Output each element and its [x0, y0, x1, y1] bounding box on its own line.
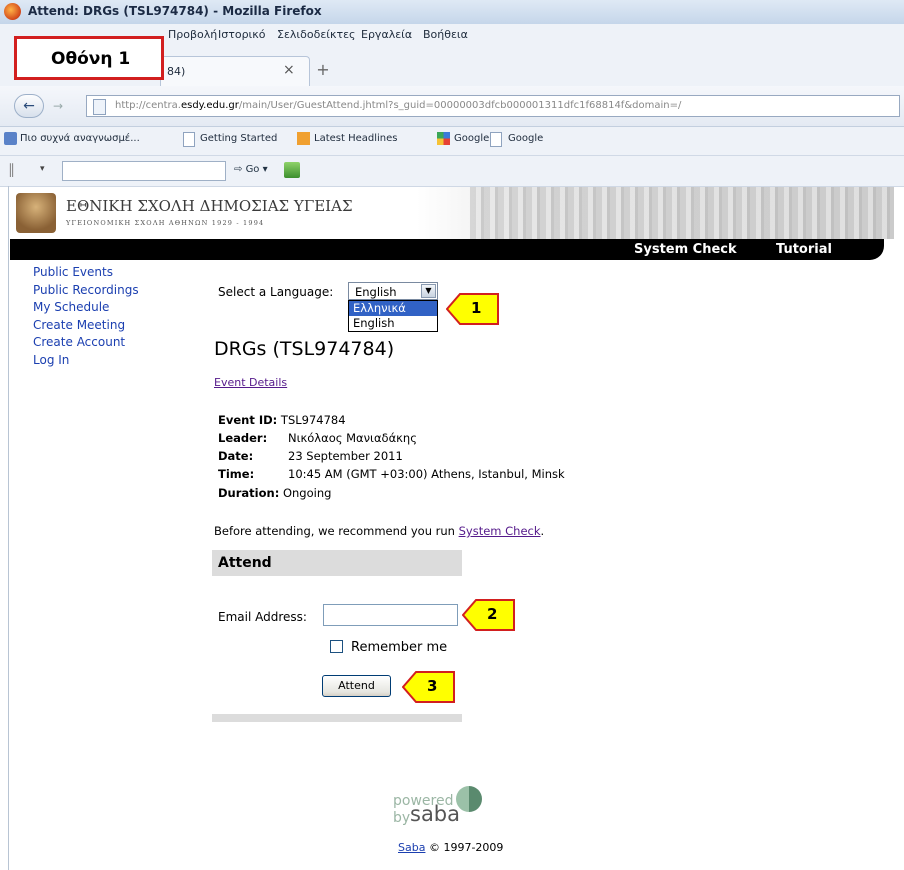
menu-history[interactable]: Ιστορικό: [218, 28, 266, 41]
saba-logo-icon: [456, 786, 482, 812]
remember-me-label: Remember me: [351, 640, 448, 655]
detail-label: Duration:: [218, 486, 280, 500]
language-dropdown: Ελληνικά English: [348, 300, 438, 332]
recommend-text: Before attending, we recommend you run S…: [214, 524, 545, 538]
url-text: http://centra.esdy.edu.gr/main/User/Gues…: [115, 100, 682, 111]
detail-value: 10:45 AM (GMT +03:00) Athens, Istanbul, …: [288, 467, 565, 481]
toolbar-logo-icon: ∥: [8, 162, 15, 178]
callout-1-label: 1: [471, 299, 482, 317]
school-subtitle: ΥΓΕΙΟΝΟΜΙΚΗ ΣΧΟΛΗ ΑΘΗΝΩΝ 1929 - 1994: [66, 219, 265, 227]
remember-me-checkbox[interactable]: [330, 640, 343, 653]
event-details-link[interactable]: Event Details: [214, 376, 287, 389]
callout-2-label: 2: [487, 605, 498, 623]
bookmark-google-2[interactable]: Google: [508, 133, 543, 144]
menu-view[interactable]: Προβολή: [168, 28, 217, 41]
school-name: ΕΘΝΙΚΗ ΣΧΟΛΗ ΔΗΜΟΣΙΑΣ ΥΓΕΙΑΣ: [66, 197, 353, 215]
new-tab-icon[interactable]: +: [312, 60, 334, 84]
language-option-english[interactable]: English: [349, 316, 437, 331]
tab-label: 84): [167, 65, 186, 78]
email-label: Email Address:: [218, 610, 307, 624]
window-title: Attend: DRGs (TSL974784) - Mozilla Firef…: [28, 4, 322, 18]
sidebar-item-log-in[interactable]: Log In: [33, 352, 203, 370]
page-title: DRGs (TSL974784): [214, 338, 395, 360]
page-icon: [490, 132, 502, 147]
callout-3-label: 3: [427, 677, 438, 695]
language-selected-value: English: [355, 285, 397, 299]
detail-label: Time:: [218, 467, 255, 481]
detail-value: 23 September 2011: [288, 449, 403, 463]
detail-label: Date:: [218, 449, 254, 463]
toolbar-search-input[interactable]: [62, 161, 226, 181]
by-text: by: [393, 810, 411, 826]
toolbar-extension-icon[interactable]: [284, 162, 300, 178]
attend-button[interactable]: Attend: [322, 675, 391, 697]
tutorial-link[interactable]: Tutorial: [776, 242, 832, 257]
url-bar[interactable]: http://centra.esdy.edu.gr/main/User/Gues…: [86, 95, 900, 117]
detail-row: Duration: Ongoing: [218, 486, 331, 500]
saba-logo: saba: [410, 802, 461, 826]
sidebar-item-create-meeting[interactable]: Create Meeting: [33, 317, 203, 335]
bookmark-google-1[interactable]: Google: [454, 133, 489, 144]
sidebar: Public Events Public Recordings My Sched…: [33, 264, 203, 369]
sidebar-item-public-recordings[interactable]: Public Recordings: [33, 282, 203, 300]
banner-photo: [470, 187, 894, 239]
school-logo: [16, 193, 56, 233]
detail-value: Ongoing: [282, 486, 332, 500]
google-icon: [437, 132, 450, 145]
tab-attend[interactable]: 84) ×: [160, 56, 310, 87]
screen-label-text: Οθόνη 1: [51, 49, 131, 69]
detail-value: Νικόλαος Μανιαδάκης: [288, 431, 417, 445]
page-border: [8, 186, 9, 870]
copyright: Saba © 1997-2009: [398, 841, 504, 854]
sidebar-item-create-account[interactable]: Create Account: [33, 334, 203, 352]
tab-close-icon[interactable]: ×: [283, 62, 295, 78]
detail-label: Leader:: [218, 431, 268, 445]
dropdown-arrow-icon[interactable]: ▾: [40, 164, 45, 174]
screen-label-callout: Οθόνη 1: [14, 36, 164, 80]
chevron-down-icon[interactable]: ▼: [421, 284, 436, 298]
attend-section-footer: [212, 714, 462, 722]
detail-label: Event ID:: [218, 413, 278, 427]
menu-help[interactable]: Βοήθεια: [423, 28, 468, 41]
sidebar-item-my-schedule[interactable]: My Schedule: [33, 299, 203, 317]
email-field[interactable]: [323, 604, 458, 626]
language-label: Select a Language:: [218, 285, 334, 299]
sidebar-item-public-events[interactable]: Public Events: [33, 264, 203, 282]
most-visited-icon: [4, 132, 17, 145]
back-arrow-icon[interactable]: ←: [14, 94, 44, 118]
language-select[interactable]: English ▼: [348, 282, 438, 300]
firefox-icon: [4, 3, 21, 20]
bookmark-latest-headlines[interactable]: Latest Headlines: [314, 133, 398, 144]
language-option-greek[interactable]: Ελληνικά: [349, 301, 437, 316]
detail-value: TSL974784: [280, 413, 346, 427]
page-icon: [93, 99, 106, 115]
detail-row: Leader:: [218, 431, 267, 445]
system-check-link[interactable]: System Check: [634, 242, 737, 257]
menu-tools[interactable]: Εργαλεία: [361, 28, 412, 41]
menu-bookmarks[interactable]: Σελιδοδείκτες: [277, 28, 356, 41]
go-button[interactable]: ⇨ Go ▾: [234, 164, 268, 175]
title-bar: Attend: DRGs (TSL974784) - Mozilla Firef…: [0, 0, 904, 25]
rss-icon: [297, 132, 310, 145]
bookmark-most-visited[interactable]: Πιο συχνά αναγνωσμέ...: [20, 133, 140, 144]
attend-section-header: Attend: [212, 550, 462, 576]
top-nav-bar: System Check Tutorial: [10, 239, 884, 260]
detail-row: Event ID: TSL974784: [218, 413, 346, 427]
page-icon: [183, 132, 195, 147]
attend-heading: Attend: [218, 555, 272, 571]
saba-link[interactable]: Saba: [398, 841, 425, 854]
system-check-inline-link[interactable]: System Check: [459, 524, 541, 538]
bookmark-getting-started[interactable]: Getting Started: [200, 133, 277, 144]
forward-arrow-icon[interactable]: →: [47, 96, 69, 116]
